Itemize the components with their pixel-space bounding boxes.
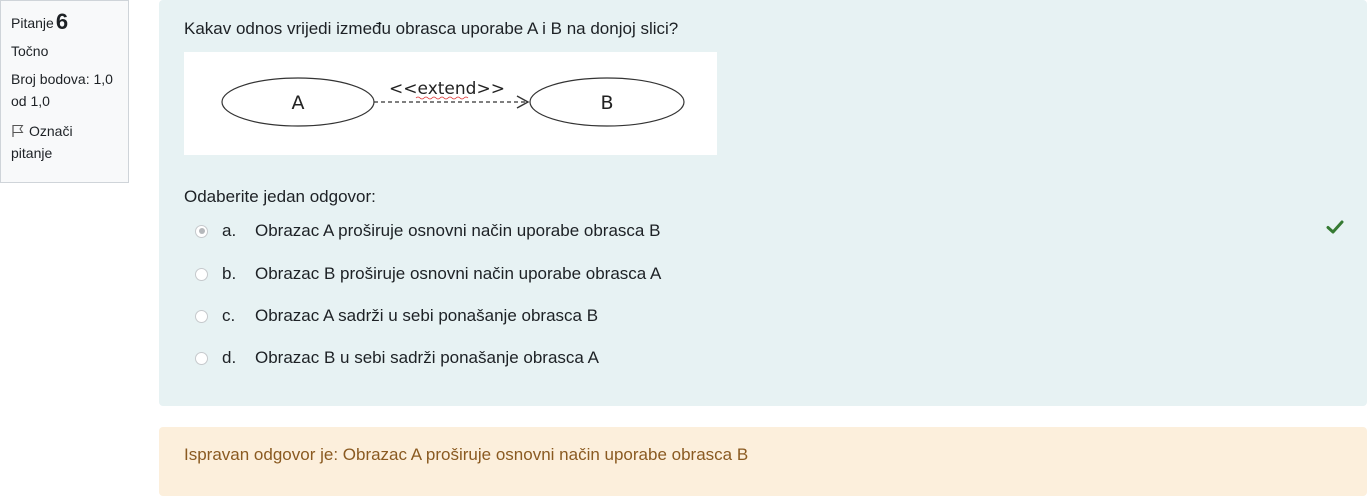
answer-radio-c[interactable] xyxy=(195,309,208,323)
answer-option-a[interactable]: a. Obrazac A proširuje osnovni način upo… xyxy=(195,219,660,243)
answer-text-b: Obrazac B proširuje osnovni način uporab… xyxy=(255,264,662,283)
question-label: Pitanje xyxy=(11,15,54,31)
question-text: Kakav odnos vrijedi između obrasca upora… xyxy=(184,19,679,38)
answer-prompt: Odaberite jedan odgovor: xyxy=(184,187,376,206)
extend-label: <<extend>> xyxy=(389,79,505,99)
answer-option-d[interactable]: d. Obrazac B u sebi sadrži ponašanje obr… xyxy=(195,346,599,370)
answer-letter-c: c. xyxy=(222,306,236,325)
answer-radio-a[interactable] xyxy=(195,224,208,238)
correct-answer-feedback: Ispravan odgovor je: Obrazac A proširuje… xyxy=(159,427,1367,496)
use-case-a-label: A xyxy=(292,92,305,114)
flag-label-line-1: Označi xyxy=(29,123,73,139)
flag-question-link[interactable]: Označi pitanje xyxy=(11,120,118,164)
answer-letter-a: a. xyxy=(222,221,237,240)
use-case-b-label: B xyxy=(600,92,613,114)
use-case-diagram-svg: A B <<extend>> xyxy=(221,77,685,127)
answer-radio-d[interactable] xyxy=(195,351,208,365)
answer-text-a: Obrazac A proširuje osnovni način uporab… xyxy=(255,221,661,240)
answer-text-c: Obrazac A sadrži u sebi ponašanje obrasc… xyxy=(255,306,599,325)
flag-icon xyxy=(12,125,24,137)
answer-radio-b[interactable] xyxy=(195,267,208,281)
question-info-panel: Pitanje6 Točno Broj bodova: 1,0 od 1,0 O… xyxy=(0,0,129,183)
question-grade: Broj bodova: 1,0 od 1,0 xyxy=(11,68,118,112)
question-state: Točno xyxy=(11,43,49,59)
grade-line-2: od 1,0 xyxy=(11,93,50,109)
correct-answer-text: Ispravan odgovor je: Obrazac A proširuje… xyxy=(184,445,749,464)
use-case-diagram: A B <<extend>> xyxy=(184,52,717,155)
answer-option-b[interactable]: b. Obrazac B proširuje osnovni način upo… xyxy=(195,262,661,286)
answer-text-d: Obrazac B u sebi sadrži ponašanje obrasc… xyxy=(255,348,599,367)
question-number-value: 6 xyxy=(55,9,69,34)
checkmark-icon xyxy=(1326,220,1344,234)
question-content: Kakav odnos vrijedi između obrasca upora… xyxy=(159,0,1367,406)
answer-letter-b: b. xyxy=(222,264,237,283)
answer-letter-d: d. xyxy=(222,348,237,367)
question-number: Pitanje6 xyxy=(11,11,118,34)
flag-label-line-2: pitanje xyxy=(11,145,53,161)
grade-line-1: Broj bodova: 1,0 xyxy=(11,71,113,87)
answer-option-c[interactable]: c. Obrazac A sadrži u sebi ponašanje obr… xyxy=(195,304,598,328)
